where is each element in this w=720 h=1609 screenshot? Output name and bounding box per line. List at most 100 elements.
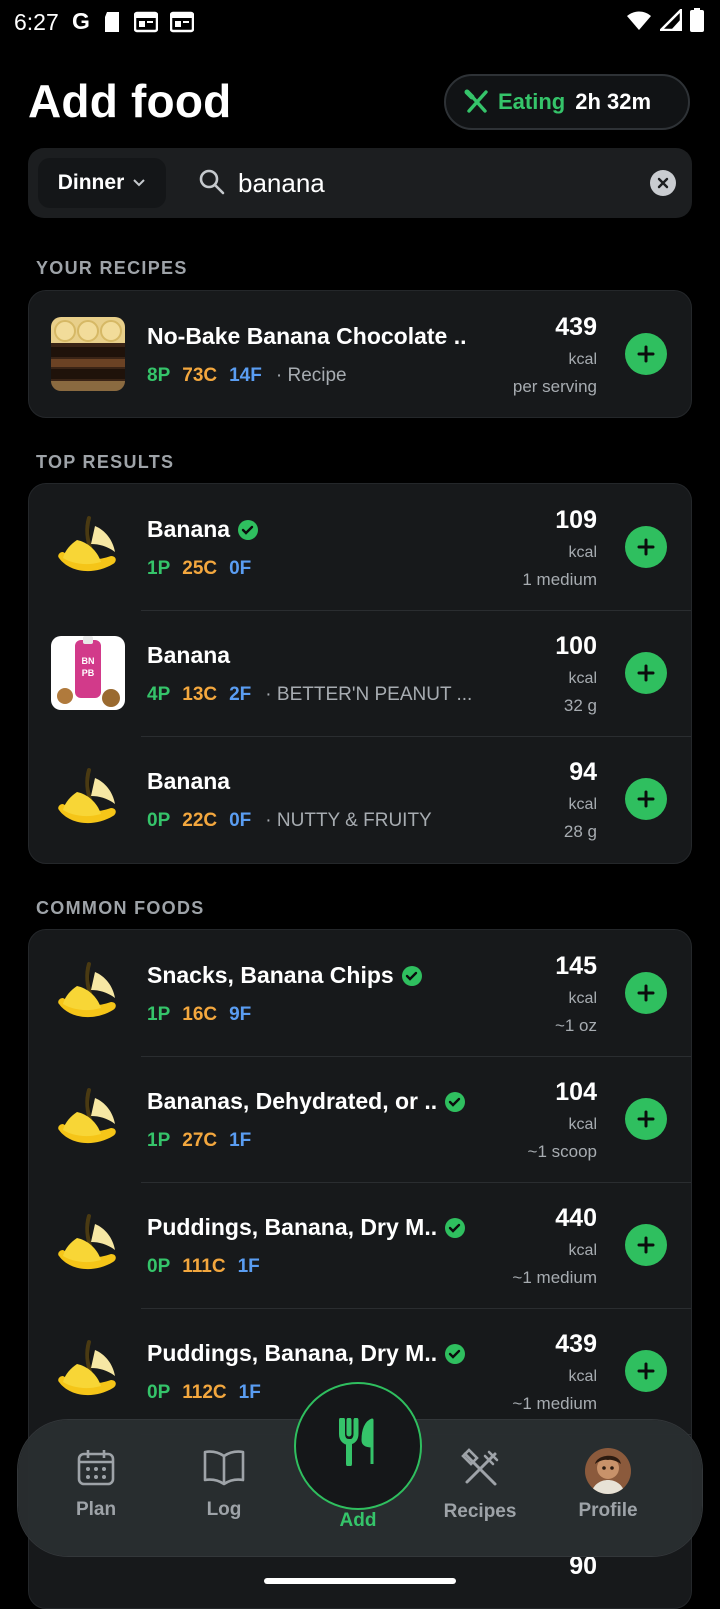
food-row[interactable]: BN PB Banana 4P 13C 2F · BETTER'N PEANUT .… xyxy=(29,610,691,736)
search-input[interactable] xyxy=(238,162,618,204)
tab-recipes[interactable]: Recipes xyxy=(430,1448,530,1523)
food-macros: 0P 112C 1F xyxy=(147,1382,261,1403)
add-food-button[interactable] xyxy=(625,1098,667,1140)
status-notifications: G xyxy=(72,8,194,35)
banana-icon xyxy=(51,762,125,836)
food-macros: 0P 22C 0F · NUTTY & FRUITY xyxy=(147,810,432,831)
clear-icon xyxy=(657,177,669,189)
banana-icon xyxy=(51,1208,125,1282)
kcal-unit: kcal xyxy=(568,1368,597,1385)
section-your-recipes: YOUR RECIPES xyxy=(36,258,188,278)
add-food-button[interactable] xyxy=(625,333,667,375)
add-food-button[interactable] xyxy=(625,526,667,568)
food-row[interactable]: No-Bake Banana Chocolate .. 8P 73C 14F · R… xyxy=(29,291,691,417)
plus-icon xyxy=(637,984,655,1002)
banana-icon xyxy=(51,1082,125,1156)
signal-icon xyxy=(660,9,682,31)
food-name: Banana xyxy=(147,516,259,543)
tab-add[interactable]: Add xyxy=(294,1382,422,1531)
food-macros: 1P 27C 1F xyxy=(147,1130,252,1151)
section-common-foods: COMMON FOODS xyxy=(36,898,205,918)
banana-icon xyxy=(51,956,125,1030)
food-kcal: 439 xyxy=(555,313,597,341)
meal-select-value: Dinner xyxy=(57,171,125,194)
food-name: Banana xyxy=(147,642,231,668)
divider xyxy=(141,610,691,611)
food-kcal: 104 xyxy=(555,1078,597,1106)
kcal-unit: kcal xyxy=(568,670,597,687)
kcal-unit: kcal xyxy=(568,796,597,813)
svg-text:PB: PB xyxy=(82,668,95,678)
food-macros: 4P 13C 2F · BETTER'N PEANUT ... xyxy=(147,684,473,705)
plus-icon xyxy=(637,790,655,808)
food-row[interactable]: Snacks, Banana Chips 1P 16C 9F 145 kcal ~1… xyxy=(29,930,691,1056)
divider xyxy=(141,1182,691,1183)
food-serving: ~1 scoop xyxy=(527,1142,597,1161)
plus-icon xyxy=(637,1110,655,1128)
add-food-button[interactable] xyxy=(625,652,667,694)
food-kcal: 90 xyxy=(569,1552,597,1580)
add-food-button[interactable] xyxy=(625,972,667,1014)
food-kcal: 145 xyxy=(555,952,597,980)
food-macros: 1P 25C 0F xyxy=(147,558,252,579)
add-food-button[interactable] xyxy=(625,778,667,820)
meal-select[interactable]: Dinner xyxy=(38,158,166,208)
food-kcal: 100 xyxy=(555,632,597,660)
food-serving: 32 g xyxy=(563,696,597,715)
kcal-unit: kcal xyxy=(568,990,597,1007)
top-results-card: Banana 1P 25C 0F 109 kcal 1 medium BN PB B… xyxy=(28,483,692,864)
product-thumbnail: BN PB xyxy=(51,636,125,710)
plus-icon xyxy=(637,664,655,682)
add-food-button[interactable] xyxy=(625,1224,667,1266)
status-bar: 6:27 G xyxy=(0,0,720,44)
food-serving: ~1 medium xyxy=(512,1394,597,1413)
verified-icon xyxy=(401,965,422,986)
banana-icon xyxy=(51,1334,125,1408)
status-time: 6:27 xyxy=(14,9,59,35)
svg-text:BN: BN xyxy=(82,656,95,666)
divider xyxy=(141,1056,691,1057)
verified-icon xyxy=(445,1217,466,1238)
plus-icon xyxy=(637,1362,655,1380)
search-icon xyxy=(198,168,226,201)
tab-log[interactable]: Log xyxy=(174,1448,274,1521)
verified-icon xyxy=(238,519,259,540)
food-serving: ~1 oz xyxy=(554,1016,597,1035)
food-row[interactable]: Banana 1P 25C 0F 109 kcal 1 medium xyxy=(29,484,691,610)
calendar-notif-icon-2 xyxy=(169,11,194,32)
sd-card-icon xyxy=(104,11,119,32)
eating-status-pill[interactable]: Eating 2h 32m xyxy=(444,74,690,130)
recipe-thumbnail xyxy=(51,317,125,391)
divider xyxy=(141,1308,691,1309)
home-indicator[interactable] xyxy=(264,1578,456,1584)
tab-profile-label: Profile xyxy=(578,1500,638,1521)
section-top-results: TOP RESULTS xyxy=(36,452,175,472)
kcal-unit: kcal xyxy=(568,351,597,368)
divider xyxy=(141,736,691,737)
food-macros: 0P 111C 1F xyxy=(147,1256,260,1277)
tab-plan[interactable]: Plan xyxy=(46,1448,146,1521)
search-bar: Dinner xyxy=(28,148,692,218)
avatar xyxy=(585,1448,631,1494)
clear-search-button[interactable] xyxy=(650,170,676,196)
verified-icon xyxy=(445,1343,466,1364)
eating-label: Eating xyxy=(498,89,566,114)
bottom-tab-bar: Plan Log Add Recipes Profile xyxy=(18,1382,702,1556)
food-row[interactable]: Banana 0P 22C 0F · NUTTY & FRUITY 94 kcal … xyxy=(29,736,691,862)
status-system xyxy=(626,8,704,32)
verified-icon xyxy=(445,1091,466,1112)
food-kcal: 440 xyxy=(555,1204,597,1232)
chevron-down-icon xyxy=(133,179,145,187)
food-name: Bananas, Dehydrated, or .. xyxy=(147,1088,466,1115)
food-row[interactable]: Bananas, Dehydrated, or .. 1P 27C 1F 104 k… xyxy=(29,1056,691,1182)
page-title: Add food xyxy=(28,75,232,127)
fork-knife-icon xyxy=(339,1418,374,1466)
food-row[interactable]: Puddings, Banana, Dry M.. 0P 111C 1F 440 k… xyxy=(29,1182,691,1308)
add-food-button[interactable] xyxy=(625,1350,667,1392)
tab-add-label: Add xyxy=(339,1510,377,1531)
kcal-unit: kcal xyxy=(568,1242,597,1259)
calendar-notif-icon xyxy=(133,11,158,32)
food-serving: 1 medium xyxy=(522,570,597,589)
wifi-icon xyxy=(627,11,651,30)
tab-profile[interactable]: Profile xyxy=(558,1448,658,1522)
